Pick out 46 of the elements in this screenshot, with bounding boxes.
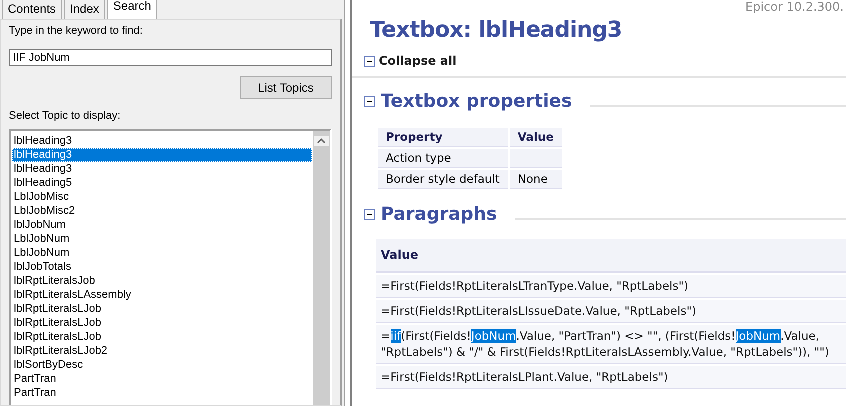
topic-label: Select Topic to display: (9, 110, 122, 124)
table-cell (510, 149, 562, 168)
table-cell: Action type (378, 149, 508, 168)
topic-item[interactable]: LblJobMisc2 (12, 204, 312, 218)
tab[interactable]: Index (64, 0, 106, 19)
tab[interactable]: Contents (2, 0, 62, 19)
table-cell: None (510, 170, 562, 189)
keyword-field[interactable]: IIF JobNum (9, 49, 332, 66)
column-header: Value (376, 239, 846, 273)
topic-item[interactable]: lblRptLiteralsLJob2 (12, 344, 312, 358)
column-header: Value (510, 128, 562, 147)
list-topics-button[interactable]: List Topics (240, 76, 332, 99)
topic-item[interactable]: lblJobTotals (12, 260, 312, 274)
topic-item[interactable]: lblHeading3 (12, 162, 312, 176)
topic-item[interactable]: lblHeading3 (12, 134, 312, 148)
table-cell: =First(Fields!RptLiteralsLPlant.Value, "RptLabels") (376, 366, 846, 389)
scrollbar[interactable] (313, 131, 330, 405)
topic-item[interactable]: LblJobNum (12, 246, 312, 260)
version-label: Epicor 10.2.300. (746, 0, 844, 14)
collapse-icon[interactable] (364, 208, 375, 220)
page-title: Textbox: lblHeading3 (370, 18, 624, 45)
table-cell: =First(Fields!RptLiteralsLIssueDate.Value, "RptLabels") (376, 300, 846, 323)
section-heading: Textbox properties (381, 90, 572, 112)
topic-item[interactable]: lblRptLiteralsLJob (12, 302, 312, 316)
column-header: Property (378, 128, 508, 147)
topic-item[interactable]: PartTran (12, 386, 312, 400)
topic-item[interactable]: lblRptLiteralsJob (12, 274, 312, 288)
scroll-up-icon[interactable] (314, 136, 329, 146)
collapse-icon[interactable] (364, 96, 375, 106)
collapse-all-link[interactable]: Collapse all (379, 54, 457, 68)
keyword-label: Type in the keyword to find: (9, 25, 144, 39)
topic-item[interactable]: lblSortByDesc (12, 358, 312, 372)
topic-item[interactable]: LblJobMisc (12, 190, 312, 204)
topic-item[interactable]: LblJobNum (12, 232, 312, 246)
topic-item[interactable]: lblRptLiteralsLJob (12, 316, 312, 330)
table-cell: =First(Fields!RptLiteralsLTranType.Value, "RptLabels") (376, 275, 846, 298)
topic-item[interactable]: PartTran (12, 372, 312, 386)
section-heading: Paragraphs (381, 204, 498, 224)
topic-item[interactable]: lblHeading5 (12, 176, 312, 190)
table-cell: Border style default (378, 170, 508, 189)
topic-item[interactable]: lblJobNum (12, 218, 312, 232)
collapse-icon[interactable] (364, 56, 375, 66)
topic-item[interactable]: lblRptLiteralsLJob (12, 330, 312, 344)
topic-item[interactable]: lblHeading3 (12, 148, 312, 162)
tab[interactable]: Search (107, 0, 158, 19)
topic-item[interactable]: lblRptLiteralsLAssembly (12, 288, 312, 302)
